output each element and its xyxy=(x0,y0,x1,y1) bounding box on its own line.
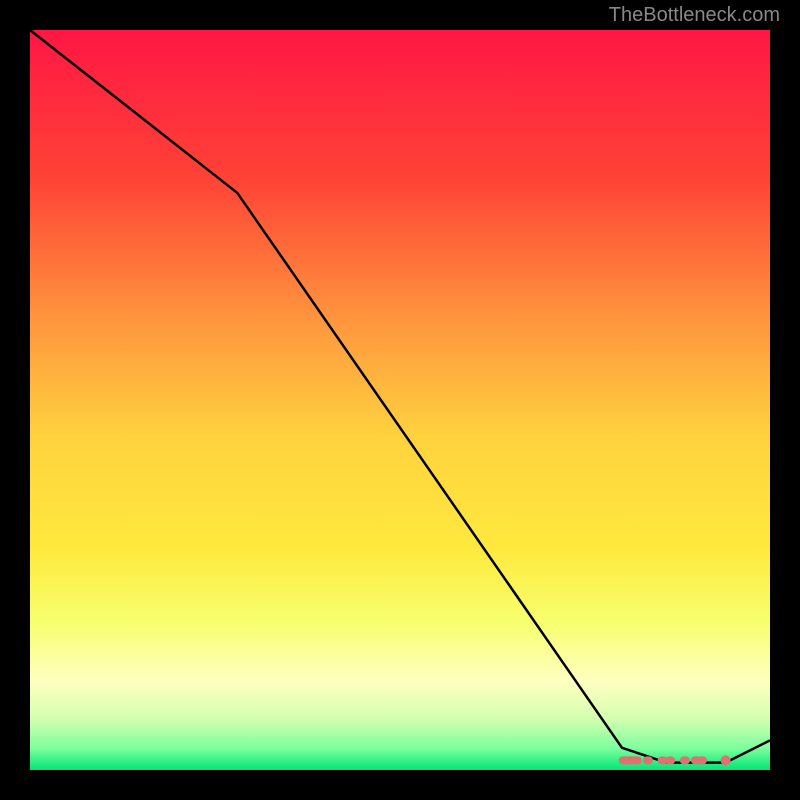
chart-background xyxy=(30,30,770,770)
watermark-text: TheBottleneck.com xyxy=(609,4,780,27)
marker-dash xyxy=(643,756,653,764)
plot-area xyxy=(30,30,770,770)
marker-dot xyxy=(721,755,731,765)
marker-dash xyxy=(680,756,690,764)
marker-dash xyxy=(665,756,675,764)
marker-dash xyxy=(697,756,707,764)
chart-svg xyxy=(30,30,770,770)
chart-container: TheBottleneck.com xyxy=(0,0,800,800)
marker-dash xyxy=(619,756,641,764)
